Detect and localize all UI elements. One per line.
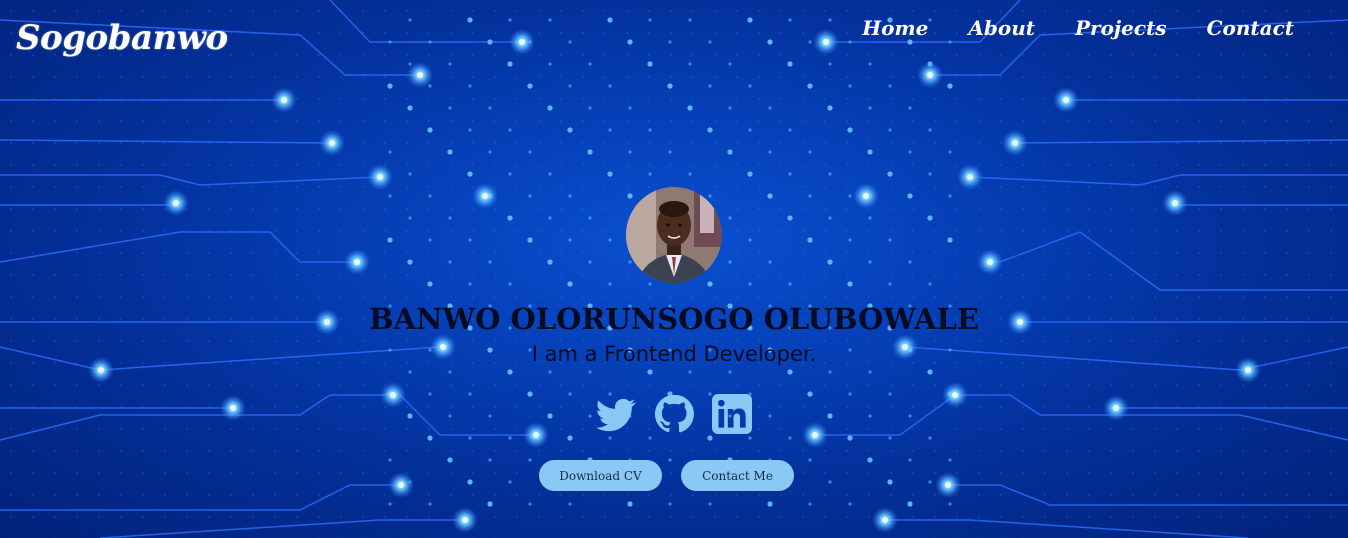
- hero-actions: Download CV Contact Me: [539, 460, 794, 491]
- nav-link-contact[interactable]: Contact: [1207, 16, 1294, 40]
- linkedin-icon[interactable]: [712, 393, 752, 435]
- twitter-icon[interactable]: [596, 393, 636, 435]
- hero-tagline: I am a Frontend Developer.: [531, 342, 817, 366]
- hero-name: BANWO OLORUNSOGO OLUBOWALE: [369, 302, 979, 336]
- nav-link-home[interactable]: Home: [862, 16, 928, 40]
- profile-avatar: [626, 187, 722, 283]
- site-logo[interactable]: Sogobanwo: [16, 18, 228, 58]
- social-links: [596, 393, 752, 435]
- main-nav: Home About Projects Contact: [862, 16, 1294, 40]
- github-icon[interactable]: [654, 393, 694, 435]
- contact-me-button[interactable]: Contact Me: [681, 460, 794, 491]
- download-cv-button[interactable]: Download CV: [539, 460, 662, 491]
- nav-link-projects[interactable]: Projects: [1075, 16, 1167, 40]
- nav-link-about[interactable]: About: [968, 16, 1035, 40]
